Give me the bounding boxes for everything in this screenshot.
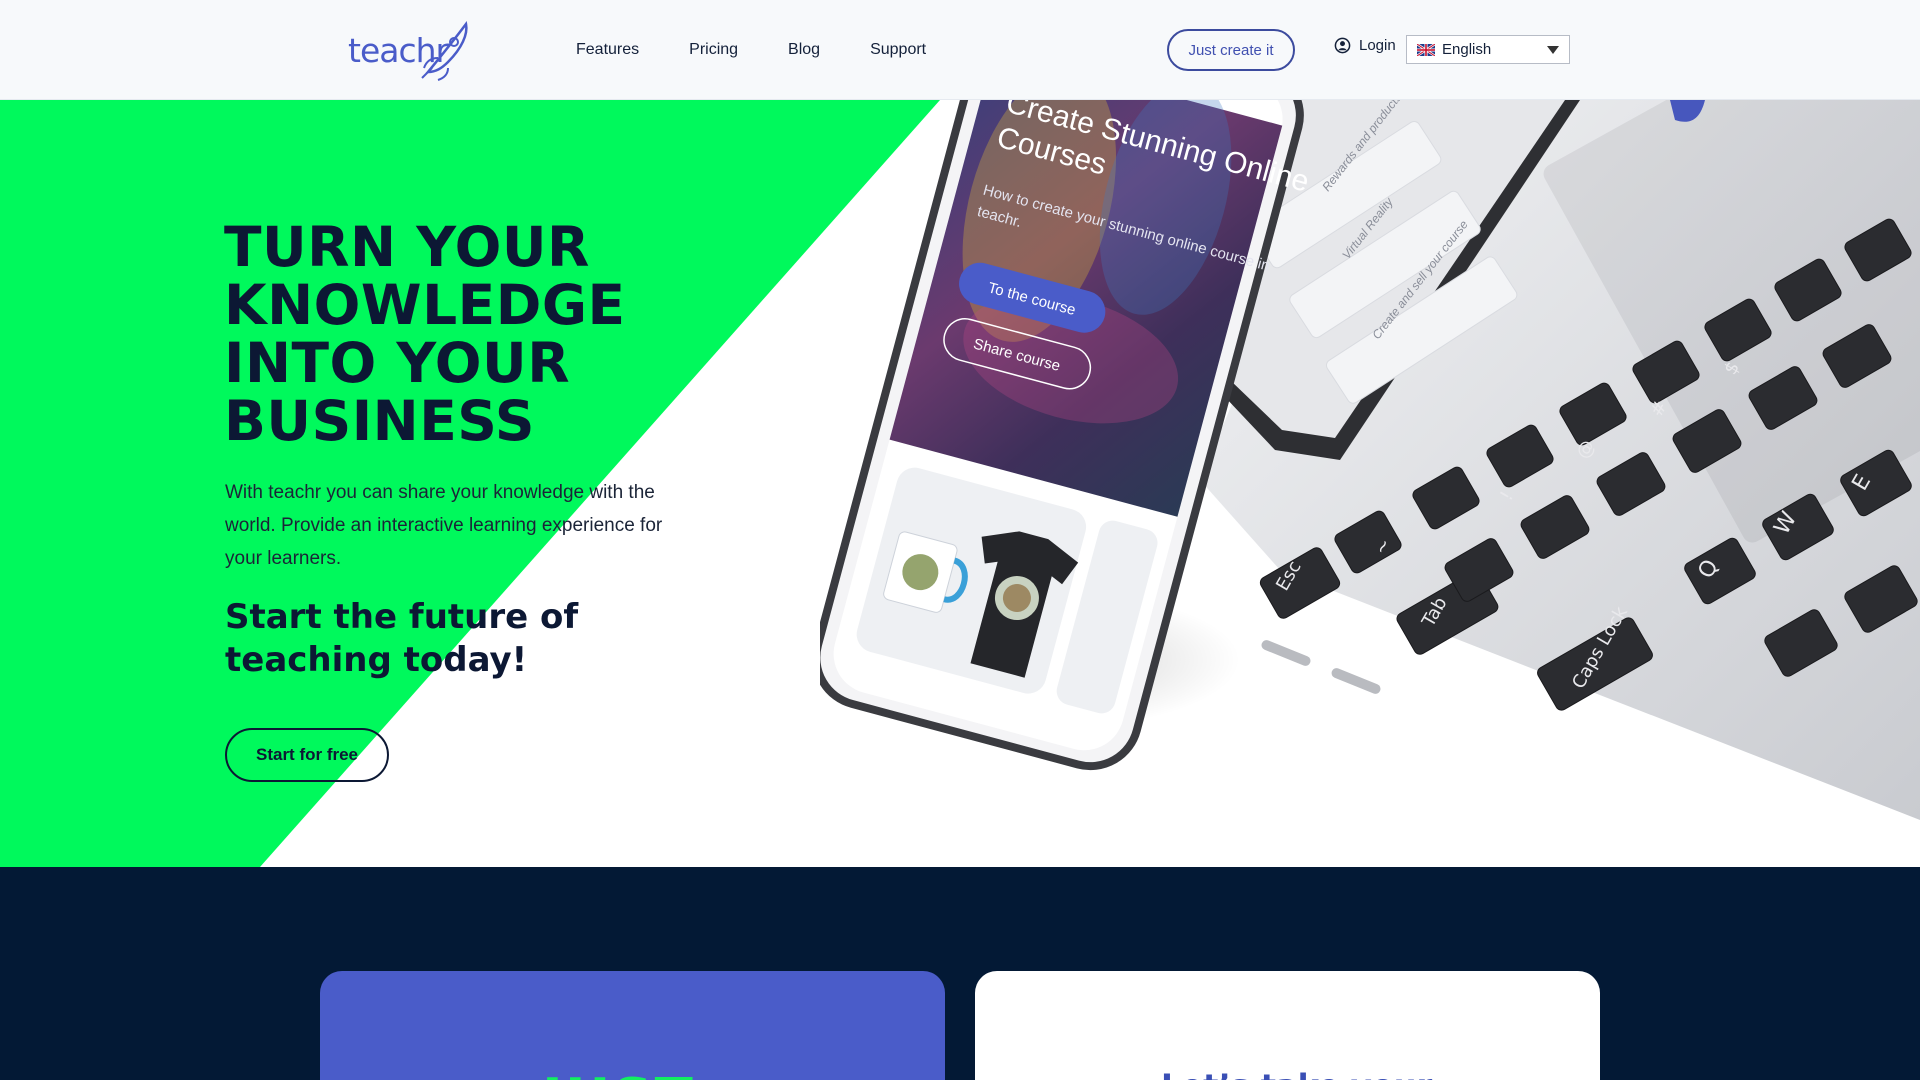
hero-title-line-4: BUSINESS (224, 389, 536, 453)
nav-blog[interactable]: Blog (788, 41, 820, 59)
hero-subheading: Start the future of teaching today! (225, 597, 579, 680)
hero-description: With teachr you can share your knowledge… (225, 482, 663, 569)
feature-card-white: Let’s take your (975, 971, 1600, 1080)
language-selected: English (1442, 41, 1492, 58)
main-nav: Features Pricing Blog Support (576, 0, 976, 100)
nav-pricing[interactable]: Pricing (689, 41, 738, 59)
feature-card-blue: JUST (320, 971, 945, 1080)
login-link[interactable]: Login (1334, 37, 1396, 54)
user-icon (1334, 37, 1351, 54)
hero-title: TURN YOUR KNOWLEDGE INTO YOUR BUSINESS (224, 218, 844, 450)
hero-title-line-3: INTO YOUR (224, 331, 571, 395)
chevron-down-icon (1547, 46, 1559, 54)
device-illustration: Rewards and products Virtual Reality Cre… (820, 100, 1920, 820)
hero-section: Rewards and products Virtual Reality Cre… (0, 100, 1920, 867)
hero-title-line-1: TURN YOUR (224, 215, 590, 279)
nav-features[interactable]: Features (576, 41, 639, 59)
top-header: teachr Features Pricing Blog Support Jus… (0, 0, 1920, 100)
hero-title-line-2: KNOWLEDGE (224, 273, 626, 337)
start-for-free-button[interactable]: Start for free (225, 728, 389, 782)
feature-card-blue-heading: JUST (542, 1067, 695, 1080)
feature-card-white-heading: Let’s take your (1161, 1067, 1432, 1080)
login-label: Login (1359, 37, 1396, 54)
features-section: JUST Let’s take your (0, 867, 1920, 1080)
laptop: Rewards and products Virtual Reality Cre… (1190, 100, 1920, 820)
uk-flag-icon (1417, 43, 1435, 56)
rocket-logo-icon (421, 21, 468, 81)
just-create-it-button[interactable]: Just create it (1167, 29, 1295, 71)
language-select[interactable]: English (1406, 35, 1570, 64)
nav-support[interactable]: Support (870, 41, 926, 59)
teachr-logo[interactable]: teachr (348, 18, 478, 82)
